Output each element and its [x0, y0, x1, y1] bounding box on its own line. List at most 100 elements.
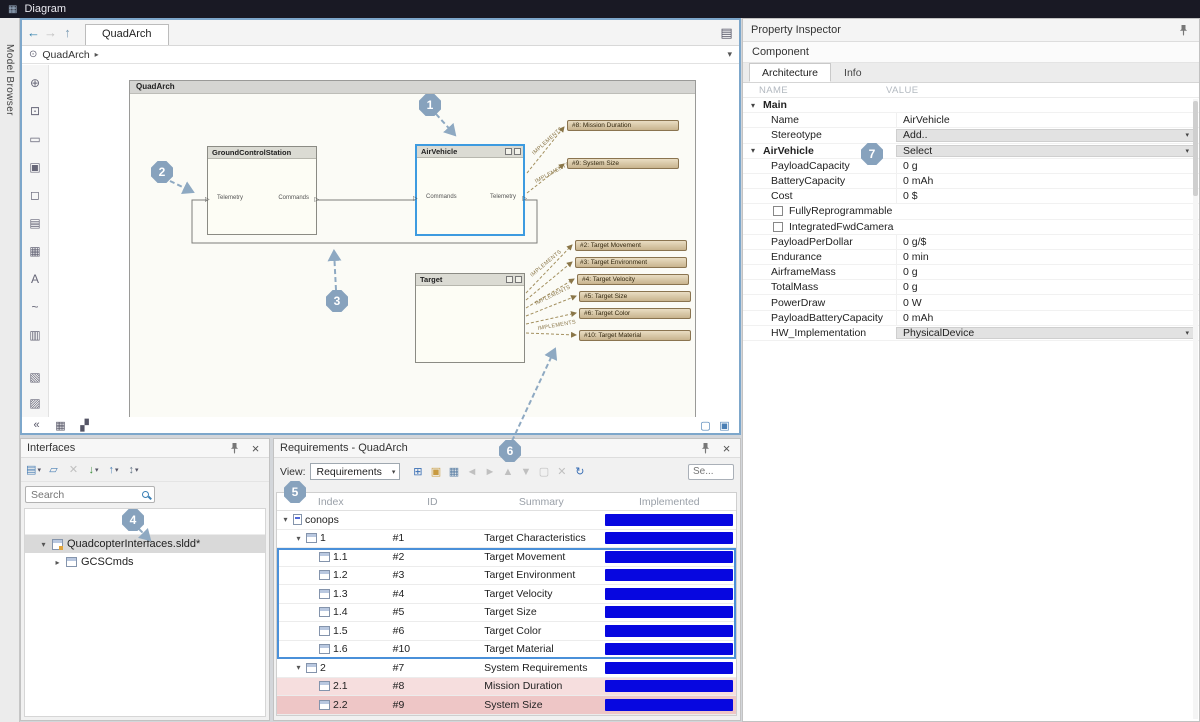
- export-interfaces-icon[interactable]: ↑▾: [106, 462, 121, 478]
- output-port-icon[interactable]: ▷: [314, 197, 319, 203]
- diagram-view-icon[interactable]: ▦: [53, 417, 68, 433]
- requirement-badge[interactable]: #6: Target Color: [579, 308, 691, 319]
- spreadsheet-icon[interactable]: ▦: [28, 243, 43, 259]
- delete-icon[interactable]: ✕: [554, 464, 569, 480]
- tab-quadarch[interactable]: QuadArch: [85, 24, 169, 45]
- scrollbar[interactable]: [1193, 99, 1198, 719]
- tree-expander-icon[interactable]: ▸: [53, 558, 62, 567]
- model-browser-strip[interactable]: Model Browser: [0, 18, 20, 722]
- requirement-row[interactable]: 1.6#10Target Material: [277, 641, 736, 660]
- move-down-icon[interactable]: ▼: [518, 464, 533, 480]
- diagram-area[interactable]: QuadArch IMPLEMENTS IMPLE: [49, 65, 739, 417]
- expand-chevron-icon[interactable]: ▾: [294, 663, 303, 672]
- tree-expander-icon[interactable]: ▾: [39, 540, 48, 549]
- pin-icon[interactable]: [227, 440, 242, 456]
- close-icon[interactable]: ×: [248, 440, 263, 456]
- signal-icon[interactable]: ~: [28, 299, 43, 315]
- pan-control-icon[interactable]: ▣: [717, 417, 732, 433]
- block-airvehicle[interactable]: AirVehicle Commands Telemetry ▷ ▷: [415, 144, 525, 236]
- expand-chevron-icon[interactable]: ▾: [281, 515, 290, 524]
- breadcrumb-dropdown-icon[interactable]: ▾: [727, 49, 732, 60]
- collapse-palette-icon[interactable]: «: [29, 417, 44, 433]
- requirement-badge[interactable]: #5: Target Size: [579, 291, 691, 302]
- requirements-search-input[interactable]: [693, 466, 729, 477]
- value-dropdown[interactable]: Add..▾: [896, 129, 1195, 141]
- save-requirement-set-icon[interactable]: ▦: [446, 464, 461, 480]
- output-port-icon[interactable]: ▷: [522, 196, 527, 202]
- link-interface-icon[interactable]: ▱: [46, 462, 61, 478]
- requirement-row[interactable]: 1.2#3Target Environment: [277, 567, 736, 586]
- demote-requirement-icon[interactable]: ►: [482, 464, 497, 480]
- annotation-icon[interactable]: ▣: [28, 159, 43, 175]
- requirement-badge[interactable]: #10: Target Material: [579, 330, 691, 341]
- tree-item[interactable]: ▸GCSCmds: [25, 553, 265, 571]
- tab-info[interactable]: Info: [831, 63, 875, 82]
- column-header-implemented[interactable]: Implemented: [603, 496, 736, 508]
- input-port-icon[interactable]: ▷: [205, 197, 210, 203]
- close-icon[interactable]: ×: [719, 440, 734, 456]
- search-icon[interactable]: [142, 491, 149, 498]
- column-header-summary[interactable]: Summary: [480, 496, 602, 508]
- checkbox[interactable]: [773, 206, 783, 216]
- remove-interface-icon[interactable]: ✕: [66, 462, 81, 478]
- interfaces-search-box[interactable]: [25, 486, 155, 503]
- requirement-badge[interactable]: #2: Target Movement: [575, 240, 687, 251]
- requirement-row[interactable]: 1.5#6Target Color: [277, 622, 736, 641]
- screenshot-icon[interactable]: ▧: [28, 369, 43, 385]
- checkbox[interactable]: [773, 222, 783, 232]
- input-port-icon[interactable]: ▷: [413, 196, 418, 202]
- overview-icon[interactable]: ▨: [28, 395, 43, 411]
- requirement-row[interactable]: ▾2#7System Requirements: [277, 659, 736, 678]
- tab-architecture[interactable]: Architecture: [749, 63, 831, 82]
- requirement-row[interactable]: ▾conops: [277, 511, 736, 530]
- view-dropdown[interactable]: Requirements ▾: [310, 463, 401, 480]
- collapse-chevron-icon[interactable]: ▾: [751, 146, 755, 155]
- add-requirement-icon[interactable]: ⊞: [410, 464, 425, 480]
- import-interfaces-icon[interactable]: ↓▾: [86, 462, 101, 478]
- move-up-icon[interactable]: ▲: [500, 464, 515, 480]
- requirement-row[interactable]: 2.2#9System Size: [277, 696, 736, 715]
- select-region-icon[interactable]: ▭: [28, 131, 43, 147]
- pin-icon[interactable]: [698, 440, 713, 456]
- fit-to-view-icon[interactable]: ⊡: [28, 103, 43, 119]
- interfaces-search-input[interactable]: [31, 489, 138, 501]
- requirement-badge[interactable]: #3: Target Environment: [575, 257, 687, 268]
- hierarchy-view-icon[interactable]: ▞: [77, 417, 92, 433]
- area-icon[interactable]: ◻: [28, 187, 43, 203]
- requirement-badge[interactable]: #8: Mission Duration: [567, 120, 679, 131]
- panel-layout-icon[interactable]: ▤: [720, 25, 735, 41]
- viewpoint-icon[interactable]: ▤: [28, 215, 43, 231]
- expand-chevron-icon[interactable]: ▾: [294, 534, 303, 543]
- collapse-chevron-icon[interactable]: ▾: [751, 101, 755, 110]
- requirement-row[interactable]: 1.3#4Target Velocity: [277, 585, 736, 604]
- copy-icon[interactable]: ▢: [536, 464, 551, 480]
- forward-button[interactable]: →: [43, 24, 58, 40]
- column-header-id[interactable]: ID: [385, 496, 481, 508]
- zoom-icon[interactable]: ⊕: [28, 75, 43, 91]
- requirements-search-box[interactable]: [688, 464, 734, 480]
- image-icon[interactable]: ▥: [28, 327, 43, 343]
- block-target[interactable]: Target: [415, 273, 525, 363]
- promote-requirement-icon[interactable]: ◄: [464, 464, 479, 480]
- open-requirement-set-icon[interactable]: ▣: [428, 464, 443, 480]
- up-to-parent-button[interactable]: ↑: [60, 24, 75, 40]
- block-groundcontrolstation[interactable]: GroundControlStation Telemetry Commands …: [207, 146, 317, 235]
- scrollbar-thumb[interactable]: [1193, 101, 1198, 196]
- value-dropdown[interactable]: PhysicalDevice▾: [896, 327, 1195, 339]
- back-button[interactable]: ←: [26, 24, 41, 40]
- text-annotation-icon[interactable]: A: [28, 271, 43, 287]
- breadcrumb-item[interactable]: QuadArch: [42, 49, 89, 61]
- zoom-controls-icon[interactable]: ▢: [698, 417, 713, 433]
- stereotype-select-dropdown[interactable]: Select▾: [896, 145, 1195, 157]
- pin-icon[interactable]: [1176, 22, 1191, 38]
- requirement-row[interactable]: 1.4#5Target Size: [277, 604, 736, 623]
- requirement-row[interactable]: 2.1#8Mission Duration: [277, 678, 736, 697]
- sort-interfaces-icon[interactable]: ↕▾: [126, 462, 141, 478]
- requirement-row[interactable]: 1.1#2Target Movement: [277, 548, 736, 567]
- requirement-row[interactable]: ▾1#1Target Characteristics: [277, 530, 736, 549]
- new-interface-icon[interactable]: ▤▾: [26, 462, 41, 478]
- refresh-icon[interactable]: ↻: [572, 464, 587, 480]
- requirement-badge[interactable]: #4: Target Velocity: [577, 274, 689, 285]
- tree-item[interactable]: ▾QuadcopterInterfaces.sldd*: [25, 535, 265, 553]
- requirement-badge[interactable]: #9: System Size: [567, 158, 679, 169]
